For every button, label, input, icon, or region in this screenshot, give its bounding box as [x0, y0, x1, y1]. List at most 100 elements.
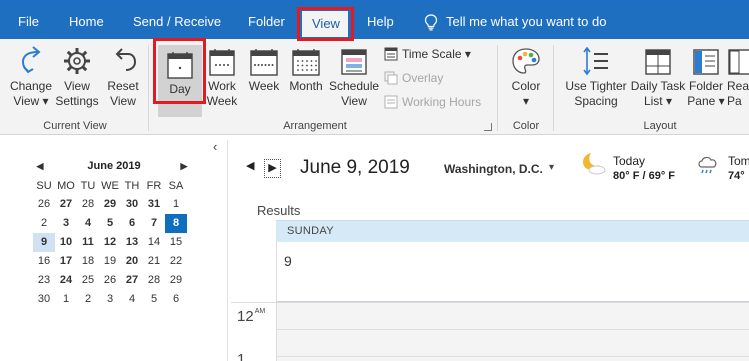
reading-pane-button[interactable]: Rea Pa — [727, 42, 749, 116]
mini-calendar-day[interactable]: 8 — [165, 214, 187, 233]
tab-help[interactable]: Help — [367, 5, 394, 39]
mini-calendar-grid: SU MO TU WE TH FR SA 26 27 28 29 30 31 1 2 3 4 5 6 7 8 9 10 11 1… — [33, 177, 195, 309]
mini-calendar-day[interactable]: 26 — [99, 271, 121, 290]
next-month-icon[interactable]: ▶ — [177, 155, 191, 177]
group-separator — [148, 45, 149, 131]
working-hours-button[interactable]: Working Hours — [384, 95, 481, 109]
tab-file[interactable]: File — [18, 5, 39, 39]
folder-pane-button[interactable]: Folder Pane ▾ — [687, 42, 725, 116]
work-week-calendar-icon — [209, 49, 235, 76]
mini-calendar-day[interactable]: 6 — [165, 290, 187, 309]
mini-calendar-day[interactable]: 6 — [121, 214, 143, 233]
undo-icon — [115, 48, 137, 71]
tab-home[interactable]: Home — [69, 5, 104, 39]
mini-calendar-day[interactable]: 31 — [143, 195, 165, 214]
reset-view-label-2: View — [110, 94, 136, 108]
all-day-area[interactable]: 9 — [276, 242, 749, 302]
view-settings-button[interactable]: View Settings — [55, 42, 99, 116]
mini-calendar-day[interactable]: 27 — [121, 271, 143, 290]
tighter-spacing-icon — [583, 46, 608, 76]
mini-calendar-day[interactable]: 13 — [121, 233, 143, 252]
hour-label-1: 1 — [237, 351, 246, 361]
mini-calendar-day[interactable]: 26 — [33, 195, 55, 214]
previous-day-icon[interactable]: ◀ — [246, 159, 254, 172]
schedule-view-button[interactable]: Schedule View — [329, 42, 379, 116]
mini-calendar-day[interactable]: 14 — [143, 233, 165, 252]
day-column-header[interactable]: SUNDAY — [276, 220, 749, 242]
day-view-button[interactable]: Day — [158, 45, 202, 117]
weekday-header: SA — [168, 180, 184, 192]
mini-calendar-day[interactable]: 21 — [143, 252, 165, 271]
mini-calendar-day[interactable]: 5 — [143, 290, 165, 309]
mini-calendar-day[interactable]: 29 — [99, 195, 121, 214]
mini-calendar-day[interactable]: 18 — [77, 252, 99, 271]
schedule-view-label-2: View — [341, 94, 367, 108]
mini-calendar-day[interactable]: 12 — [99, 233, 121, 252]
color-label: Color — [511, 79, 541, 93]
time-scale-button[interactable]: Time Scale ▾ — [384, 47, 471, 61]
mini-calendar-day[interactable]: 3 — [55, 214, 77, 233]
mini-calendar-day[interactable]: 1 — [55, 290, 77, 309]
mini-calendar-day[interactable]: 7 — [143, 214, 165, 233]
mini-calendar-day[interactable]: 4 — [121, 290, 143, 309]
mini-calendar-day[interactable]: 20 — [121, 252, 143, 271]
folder-pane-label-2: Pane ▾ — [687, 94, 725, 108]
mini-calendar-day[interactable]: 9 — [33, 233, 55, 252]
collapse-pane-icon[interactable]: ‹ — [213, 139, 217, 154]
mini-calendar-day[interactable]: 24 — [55, 271, 77, 290]
tab-folder[interactable]: Folder — [248, 5, 285, 39]
location-dropdown-icon[interactable]: ▾ — [549, 162, 554, 173]
tell-me-search[interactable]: Tell me what you want to do — [424, 5, 606, 39]
reset-view-button[interactable]: Reset View — [104, 42, 142, 116]
calendar-main: ◀ ▶ June 9, 2019 Washington, D.C. ▾ Toda… — [231, 136, 749, 361]
next-day-icon[interactable]: ▶ — [264, 159, 281, 178]
mini-calendar-day[interactable]: 17 — [55, 252, 77, 271]
mini-calendar-day[interactable]: 1 — [165, 195, 187, 214]
tab-send-receive[interactable]: Send / Receive — [133, 5, 221, 39]
lightbulb-icon — [424, 14, 438, 31]
mini-calendar-day[interactable]: 15 — [165, 233, 187, 252]
weather-tomorrow-label: Tom — [728, 154, 749, 168]
mini-calendar-header: ◀ June 2019 ▶ — [33, 155, 195, 177]
mini-calendar-day[interactable]: 2 — [33, 214, 55, 233]
change-view-button[interactable]: Change View ▾ — [6, 42, 56, 116]
work-week-view-button[interactable]: Work Week — [204, 42, 240, 116]
mini-calendar-day[interactable]: 19 — [99, 252, 121, 271]
work-week-label-1: Work — [208, 79, 236, 93]
color-button[interactable]: Color ▾ — [505, 42, 547, 116]
mini-calendar-day[interactable]: 25 — [77, 271, 99, 290]
mini-calendar-day[interactable]: 2 — [77, 290, 99, 309]
reading-pane-icon — [728, 49, 749, 75]
mini-calendar-day[interactable]: 3 — [99, 290, 121, 309]
mini-calendar-day[interactable]: 4 — [77, 214, 99, 233]
mini-calendar-day[interactable]: 5 — [99, 214, 121, 233]
month-view-button[interactable]: Month — [286, 42, 326, 116]
mini-calendar-day[interactable]: 10 — [55, 233, 77, 252]
tab-view[interactable]: View — [302, 11, 348, 39]
mini-calendar-day[interactable]: 23 — [33, 271, 55, 290]
daily-task-list-button[interactable]: Daily Task List ▾ — [629, 42, 687, 116]
mini-calendar-day[interactable]: 29 — [165, 271, 187, 290]
previous-month-icon[interactable]: ◀ — [33, 155, 47, 177]
mini-calendar-day[interactable]: 30 — [33, 290, 55, 309]
day-calendar-icon — [167, 52, 193, 79]
day-view-label: Day — [169, 82, 191, 96]
week-view-button[interactable]: Week — [246, 42, 282, 116]
use-tighter-spacing-button[interactable]: Use Tighter Spacing — [563, 42, 629, 116]
overlay-button[interactable]: Overlay — [384, 71, 443, 85]
weather-location[interactable]: Washington, D.C. — [444, 162, 543, 176]
month-calendar-icon — [292, 49, 320, 76]
schedule-view-label-1: Schedule — [329, 79, 380, 93]
mini-calendar-day[interactable]: 28 — [143, 271, 165, 290]
mini-calendar-day[interactable]: 27 — [55, 195, 77, 214]
mini-calendar-day[interactable]: 28 — [77, 195, 99, 214]
mini-calendar-day[interactable]: 16 — [33, 252, 55, 271]
daily-task-list-icon — [645, 49, 671, 75]
tighter-spacing-label-1: Use Tighter — [565, 79, 627, 93]
pane-divider[interactable] — [227, 140, 228, 361]
mini-calendar-day[interactable]: 11 — [77, 233, 99, 252]
mini-calendar-day[interactable]: 30 — [121, 195, 143, 214]
mini-calendar-day[interactable]: 22 — [165, 252, 187, 271]
arrangement-dialog-launcher-icon[interactable] — [484, 123, 492, 131]
time-slots[interactable] — [276, 302, 749, 361]
